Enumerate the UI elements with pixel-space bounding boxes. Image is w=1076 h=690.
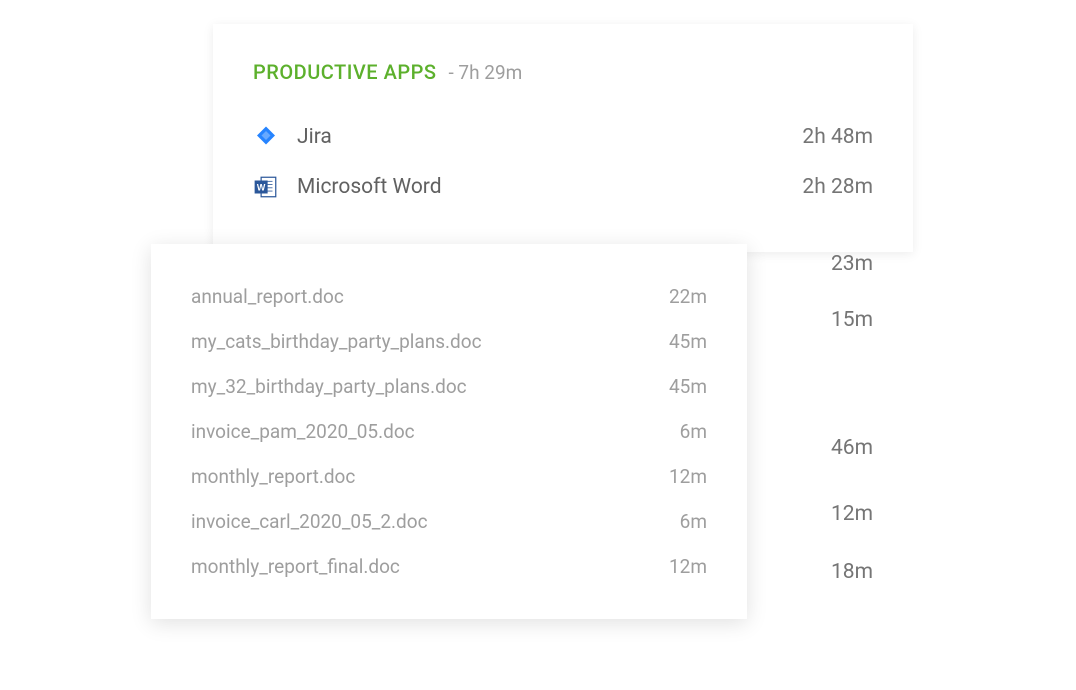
document-time: 6m (680, 510, 707, 533)
app-time: 23m (831, 252, 873, 276)
svg-text:W: W (257, 182, 266, 192)
app-row[interactable]: Jira 2h 48m (253, 112, 873, 162)
app-time: 2h 28m (802, 175, 873, 199)
app-time: 15m (831, 308, 873, 332)
app-time: 2h 48m (802, 125, 873, 149)
word-icon: W (253, 174, 279, 200)
productive-apps-card: PRODUCTIVE APPS - 7h 29m Jira 2h 48m W M… (213, 24, 913, 252)
documents-popup: annual_report.doc22mmy_cats_birthday_par… (151, 244, 747, 619)
document-row[interactable]: my_cats_birthday_party_plans.doc45m (191, 319, 707, 364)
app-name: Jira (297, 125, 802, 149)
document-time: 22m (669, 285, 707, 308)
document-time: 45m (669, 375, 707, 398)
document-time: 12m (669, 465, 707, 488)
document-time: 6m (680, 420, 707, 443)
document-name: annual_report.doc (191, 285, 669, 308)
document-name: my_cats_birthday_party_plans.doc (191, 330, 669, 353)
document-name: monthly_report.doc (191, 465, 669, 488)
app-time: 18m (831, 560, 873, 584)
card-header: PRODUCTIVE APPS - 7h 29m (253, 60, 873, 84)
card-total-time: - 7h 29m (448, 61, 522, 84)
document-row[interactable]: monthly_report.doc12m (191, 454, 707, 499)
document-row[interactable]: monthly_report_final.doc12m (191, 544, 707, 589)
document-row[interactable]: invoice_carl_2020_05_2.doc6m (191, 499, 707, 544)
document-time: 12m (669, 555, 707, 578)
app-name: Microsoft Word (297, 175, 802, 199)
card-title: PRODUCTIVE APPS (253, 60, 436, 84)
document-time: 45m (669, 330, 707, 353)
document-name: invoice_carl_2020_05_2.doc (191, 510, 680, 533)
document-row[interactable]: annual_report.doc22m (191, 274, 707, 319)
app-time: 12m (831, 502, 873, 526)
jira-icon (253, 124, 279, 150)
document-row[interactable]: invoice_pam_2020_05.doc6m (191, 409, 707, 454)
document-name: my_32_birthday_party_plans.doc (191, 375, 669, 398)
app-time: 46m (831, 436, 873, 460)
document-name: monthly_report_final.doc (191, 555, 669, 578)
document-row[interactable]: my_32_birthday_party_plans.doc45m (191, 364, 707, 409)
app-row[interactable]: W Microsoft Word 2h 28m (253, 162, 873, 212)
document-name: invoice_pam_2020_05.doc (191, 420, 680, 443)
